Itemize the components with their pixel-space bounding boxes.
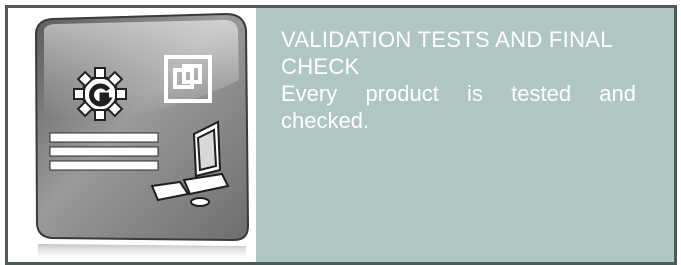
image-panel (8, 8, 256, 262)
content-panel: VALIDATION TESTS AND FINAL CHECK Every p… (256, 8, 674, 262)
info-card: VALIDATION TESTS AND FINAL CHECK Every p… (5, 5, 677, 265)
card-title: VALIDATION TESTS AND FINAL CHECK (281, 27, 612, 79)
text-block: VALIDATION TESTS AND FINAL CHECK Every p… (281, 26, 636, 134)
validation-graphic-icon (34, 12, 250, 262)
gear-icon (73, 67, 127, 121)
list-lines-icon (49, 132, 159, 171)
card-description: Every product is tested and checked. (281, 81, 636, 133)
